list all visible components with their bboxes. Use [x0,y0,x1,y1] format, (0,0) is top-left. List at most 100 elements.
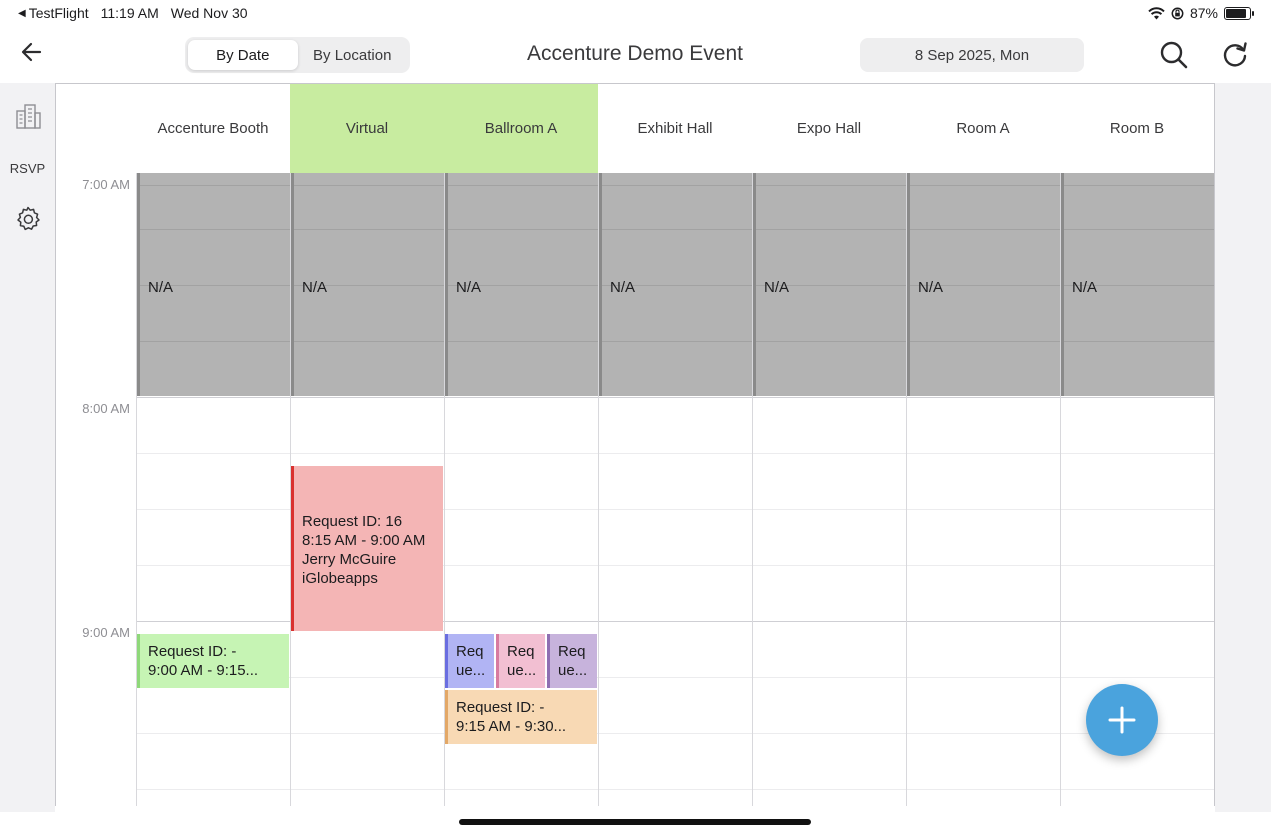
slot-line [294,229,444,230]
unavailable-label: N/A [456,279,482,296]
booking-request-booth[interactable]: Request ID: - 9:00 AM - 9:15... [137,634,289,688]
battery-icon [1224,6,1254,20]
event-line: Request ID: 16 [302,513,403,530]
schedule-grid: Accenture Booth Virtual Ballroom A Exhibit … [55,83,1215,806]
unavailable-label: N/A [764,279,790,296]
slot-line [1064,341,1214,342]
status-date: Wed Nov 30 [170,5,248,21]
slot-line [448,341,598,342]
booking-request-ballroom-2[interactable]: Req ue... [496,634,545,688]
column-header-room-b[interactable]: Room B [1060,84,1214,173]
hour-line [136,397,1214,398]
slot-line [448,185,598,186]
plus-icon [1108,706,1136,734]
column-header-expo-hall[interactable]: Expo Hall [752,84,906,173]
slot-line [448,229,598,230]
slot-line [294,185,444,186]
column-header-exhibit-hall[interactable]: Exhibit Hall [598,84,752,173]
column-header-room-a[interactable]: Room A [906,84,1060,173]
event-line: 8:15 AM - 9:00 AM [302,532,426,549]
wifi-icon [1148,6,1165,19]
event-line: ue... [558,662,588,679]
event-line: ue... [456,662,486,679]
time-label: 7:00 AM [82,177,130,192]
unavailable-label: N/A [610,279,636,296]
back-to-app-label[interactable]: TestFlight [29,5,89,21]
booking-request-ballroom-1[interactable]: Req ue... [445,634,494,688]
refresh-icon[interactable] [1219,39,1251,71]
slot-line [140,229,290,230]
view-segmented-control: By Date By Location [185,37,410,73]
gear-icon [16,206,40,231]
add-booking-button[interactable] [1086,684,1158,756]
building-icon [15,104,41,129]
slot-line [1064,185,1214,186]
column-header-row: Accenture Booth Virtual Ballroom A Exhibit … [56,84,1214,173]
event-line: 9:00 AM - 9:15... [148,662,259,679]
home-indicator [459,819,811,825]
booking-request-16[interactable]: Request ID: 16 8:15 AM - 9:00 AM Jerry M… [291,466,443,631]
unavailable-label: N/A [148,279,174,296]
booking-request-ballroom-4[interactable]: Request ID: - 9:15 AM - 9:30... [445,690,597,744]
slot-line [602,185,752,186]
slot-line [756,229,906,230]
event-line: ue... [507,662,537,679]
unavailable-label: N/A [1072,279,1098,296]
arrow-left-icon[interactable] [18,38,46,66]
right-margin [1215,83,1271,812]
column-header-accenture-booth[interactable]: Accenture Booth [136,84,290,173]
side-rail: RSVP [0,83,55,812]
event-line: Req [456,643,484,660]
rail-item-rsvp[interactable]: RSVP [0,161,55,176]
event-line: Req [558,643,586,660]
booking-request-ballroom-3[interactable]: Req ue... [547,634,597,688]
top-nav: By Date By Location Accenture Demo Event… [0,26,1271,83]
slot-line [294,341,444,342]
slot-line [1064,229,1214,230]
segment-by-date[interactable]: By Date [188,40,298,70]
page-title: Accenture Demo Event [527,42,743,65]
rail-item-settings[interactable] [0,205,55,233]
column-header-virtual[interactable]: Virtual [290,84,444,173]
quarter-line [136,453,1214,454]
unavailable-block: N/A [291,173,444,396]
slot-line [910,229,1060,230]
back-to-app-icon[interactable]: ◀ [18,8,26,19]
orientation-lock-icon [1171,7,1184,19]
slot-line [910,341,1060,342]
event-line: Request ID: - [456,699,545,716]
time-label: 9:00 AM [82,625,130,640]
event-line: 9:15 AM - 9:30... [456,718,567,735]
rail-item-locations[interactable] [0,103,55,129]
search-icon[interactable] [1158,39,1190,71]
unavailable-label: N/A [918,279,944,296]
event-line: Request ID: - [148,643,237,660]
time-label: 8:00 AM [82,401,130,416]
slot-line [602,341,752,342]
unavailable-label: N/A [302,279,328,296]
quarter-line [136,789,1214,790]
slot-line [910,185,1060,186]
date-picker-button[interactable]: 8 Sep 2025, Mon [860,38,1084,72]
unavailable-block: N/A [753,173,906,396]
slot-line [756,185,906,186]
quarter-line [136,677,1214,678]
slot-line [140,185,290,186]
quarter-line [136,733,1214,734]
slot-line [140,341,290,342]
status-time: 11:19 AM [100,5,159,21]
column-divider [1214,173,1215,806]
slot-line [602,229,752,230]
event-line: Jerry McGuire [302,551,397,568]
unavailable-block: N/A [907,173,1060,396]
unavailable-block: N/A [599,173,752,396]
segment-by-location[interactable]: By Location [298,40,408,70]
slot-line [756,341,906,342]
battery-percent: 87% [1189,5,1218,21]
unavailable-block: N/A [137,173,290,396]
column-header-ballroom-a[interactable]: Ballroom A [444,84,598,173]
unavailable-block: N/A [1061,173,1214,396]
unavailable-block: N/A [445,173,598,396]
status-bar: ◀ TestFlight 11:19 AM Wed Nov 30 87% [0,0,1271,26]
event-line: Req [507,643,535,660]
